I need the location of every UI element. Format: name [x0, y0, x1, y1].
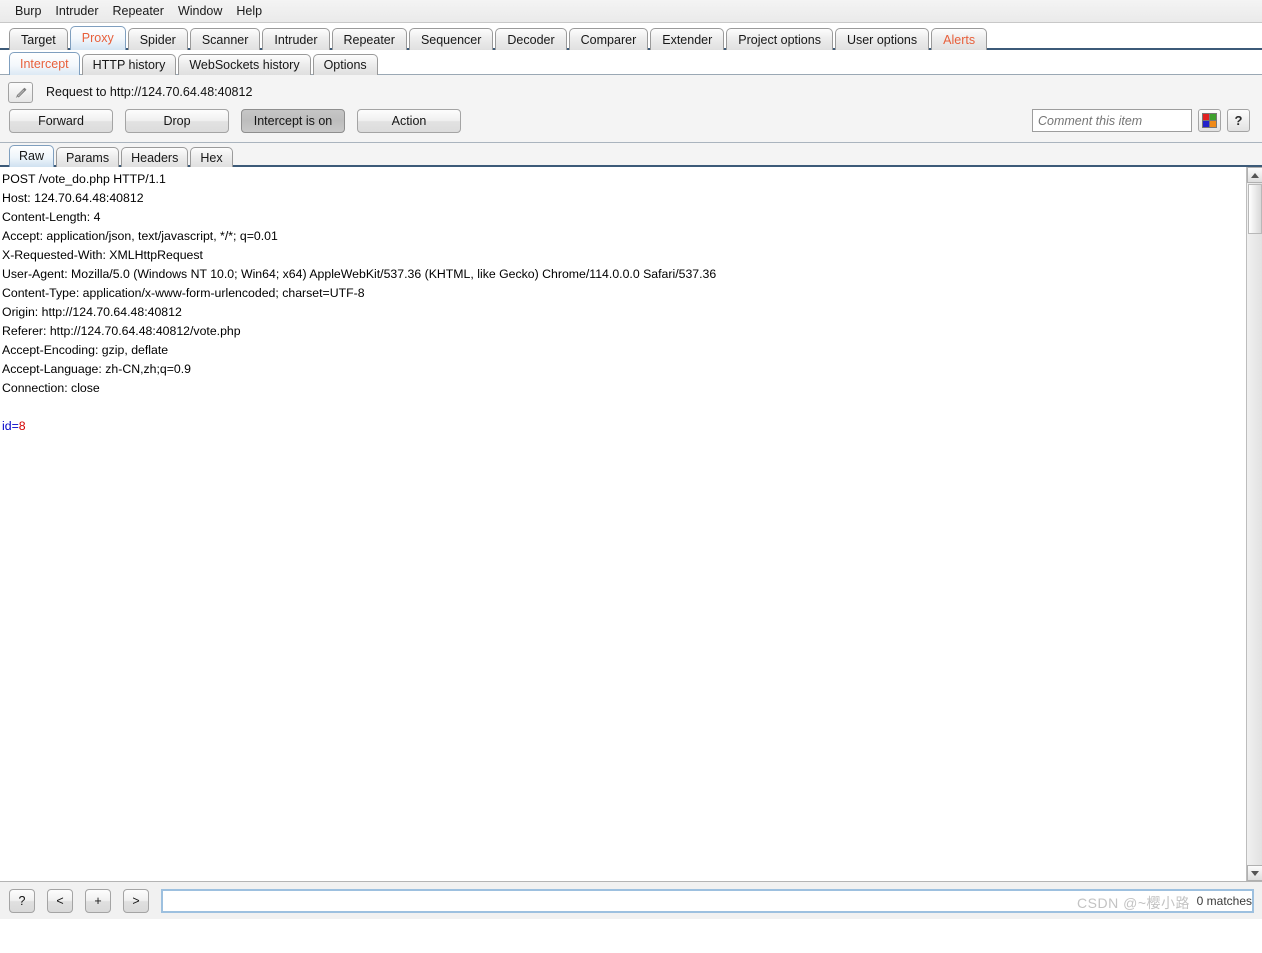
menu-item-burp[interactable]: Burp [8, 2, 48, 21]
request-title-row: Request to http://124.70.64.48:40812 [0, 75, 1262, 103]
tab-intruder[interactable]: Intruder [262, 28, 330, 50]
tab-scanner[interactable]: Scanner [189, 28, 261, 50]
tab-project-options[interactable]: Project options [726, 28, 833, 50]
header-content-type: Content-Type: application/x-www-form-url… [2, 286, 365, 300]
header-origin: Origin: http://124.70.64.48:40812 [2, 305, 182, 319]
menu-bar: Burp Intruder Repeater Window Help [0, 0, 1262, 23]
editor-vertical-scrollbar[interactable] [1246, 167, 1262, 881]
search-add-button[interactable]: + [85, 888, 111, 913]
request-editor-area: POST /vote_do.php HTTP/1.1 Host: 124.70.… [0, 167, 1262, 882]
search-prev-button[interactable]: < [47, 888, 73, 913]
request-raw-editor[interactable]: POST /vote_do.php HTTP/1.1 Host: 124.70.… [0, 167, 1246, 881]
tab-comparer[interactable]: Comparer [568, 28, 649, 50]
message-view-tab-bar: Raw Params Headers Hex [0, 143, 1262, 167]
main-tab-bar: Target Proxy Spider Scanner Intruder Rep… [0, 23, 1262, 50]
viewtab-params[interactable]: Params [56, 147, 120, 167]
viewtab-raw[interactable]: Raw [9, 145, 55, 167]
triangle-down-icon[interactable] [1247, 865, 1262, 881]
request-title: Request to http://124.70.64.48:40812 [46, 85, 253, 99]
subtab-intercept[interactable]: Intercept [9, 52, 80, 75]
header-host: Host: 124.70.64.48:40812 [2, 191, 144, 205]
tab-sequencer[interactable]: Sequencer [408, 28, 494, 50]
header-referer: Referer: http://124.70.64.48:40812/vote.… [2, 324, 241, 338]
search-bar: ? < + > CSDN @~樱小路 0 matches [0, 882, 1262, 919]
tab-target[interactable]: Target [9, 28, 68, 50]
tab-decoder[interactable]: Decoder [495, 28, 567, 50]
menu-item-intruder[interactable]: Intruder [48, 2, 105, 21]
menu-item-window[interactable]: Window [171, 2, 229, 21]
header-connection: Connection: close [2, 381, 100, 395]
header-accept-encoding: Accept-Encoding: gzip, deflate [2, 343, 169, 357]
header-accept: Accept: application/json, text/javascrip… [2, 229, 278, 243]
forward-button[interactable]: Forward [9, 109, 113, 133]
search-next-button[interactable]: > [123, 888, 149, 913]
drop-button[interactable]: Drop [125, 109, 229, 133]
subtab-websockets-history[interactable]: WebSockets history [178, 54, 311, 75]
request-line: POST /vote_do.php HTTP/1.1 [2, 172, 166, 186]
subtab-options[interactable]: Options [312, 54, 378, 75]
tab-repeater[interactable]: Repeater [331, 28, 407, 50]
swatch-red [1203, 114, 1209, 120]
subtab-http-history[interactable]: HTTP history [81, 54, 177, 75]
body-equals: = [11, 419, 19, 433]
color-swatch-grid [1202, 113, 1217, 128]
header-x-requested-with: X-Requested-With: XMLHttpRequest [2, 248, 203, 262]
comment-input[interactable] [1032, 109, 1192, 132]
item-annotation-controls: ? [1032, 109, 1250, 132]
menu-item-help[interactable]: Help [229, 2, 269, 21]
tab-extender[interactable]: Extender [650, 28, 725, 50]
viewtab-headers[interactable]: Headers [121, 147, 189, 167]
header-accept-language: Accept-Language: zh-CN,zh;q=0.9 [2, 362, 192, 376]
request-body: id=8 [2, 417, 1246, 436]
intercept-toggle-button[interactable]: Intercept is on [241, 109, 345, 133]
triangle-up-icon[interactable] [1247, 167, 1262, 183]
tab-proxy[interactable]: Proxy [69, 26, 126, 50]
tab-user-options[interactable]: User options [834, 28, 930, 50]
scrollbar-thumb[interactable] [1248, 184, 1262, 234]
tab-spider[interactable]: Spider [127, 28, 188, 50]
header-content-length: Content-Length: 4 [2, 210, 101, 224]
header-user-agent: User-Agent: Mozilla/5.0 (Windows NT 10.0… [2, 267, 717, 281]
intercept-control-panel: Request to http://124.70.64.48:40812 For… [0, 75, 1262, 143]
color-swatch-icon[interactable] [1198, 109, 1221, 132]
pencil-icon[interactable] [8, 81, 33, 103]
proxy-sub-tab-bar: Intercept HTTP history WebSockets histor… [0, 50, 1262, 75]
swatch-green [1210, 114, 1216, 120]
body-param-value: 8 [18, 419, 26, 433]
help-icon[interactable]: ? [1227, 109, 1250, 132]
menu-item-repeater[interactable]: Repeater [106, 2, 171, 21]
viewtab-hex[interactable]: Hex [190, 147, 233, 167]
tab-alerts[interactable]: Alerts [931, 28, 988, 50]
body-param-name: id [2, 419, 12, 433]
search-help-button[interactable]: ? [9, 888, 35, 913]
search-input[interactable] [161, 888, 1254, 913]
swatch-orange [1210, 121, 1216, 127]
help-question-mark: ? [1234, 113, 1243, 128]
action-button[interactable]: Action [357, 109, 461, 133]
swatch-blue [1203, 121, 1209, 127]
